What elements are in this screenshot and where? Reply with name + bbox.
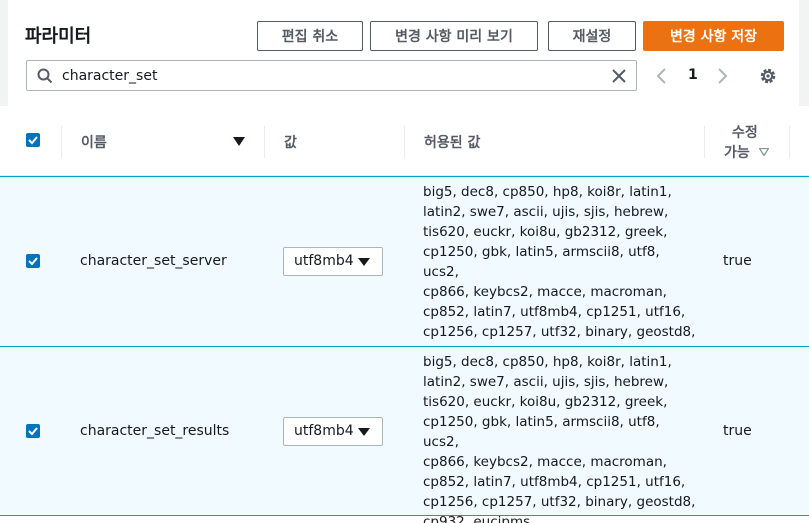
allowed-values-line: cp866, keybcs2, macce, macroman, — [423, 284, 667, 300]
gear-icon[interactable] — [758, 66, 778, 86]
table-row[interactable]: character_set_results utf8mb4 big5, dec8… — [0, 346, 809, 523]
checkmark-icon — [28, 427, 38, 436]
column-header-value[interactable]: 값 — [284, 132, 297, 152]
allowed-values-line: latin2, swe7, ascii, ujis, sjis, hebrew, — [423, 374, 669, 390]
checkmark-icon — [28, 136, 38, 145]
row-checkbox[interactable] — [26, 424, 40, 438]
parameters-table: 이름 값 허용된 값 수정 가능 character_set_server ut… — [0, 106, 809, 523]
allowed-values-line: cp866, keybcs2, macce, macroman, — [423, 454, 667, 470]
search-value: character_set — [62, 68, 158, 84]
chevron-left-icon[interactable] — [654, 66, 670, 86]
allowed-values-line: tis620, euckr, koi8u, gb2312, greek, — [423, 394, 668, 410]
column-divider — [704, 126, 705, 158]
parameter-name: character_set_results — [80, 423, 230, 439]
allowed-values-line: cp1250, gbk, latin5, armscii8, utf8, ucs… — [423, 244, 660, 280]
search-input[interactable]: character_set — [26, 60, 637, 91]
value-select[interactable]: utf8mb4 — [283, 247, 383, 276]
sort-caret-icon[interactable] — [759, 148, 769, 156]
cancel-edit-button[interactable]: 편집 취소 — [257, 21, 363, 51]
reset-button[interactable]: 재설정 — [548, 21, 636, 51]
allowed-values-line: cp932, eucjpms — [423, 514, 531, 523]
allowed-values-line: big5, dec8, cp850, hp8, koi8r, latin1, — [423, 354, 672, 370]
table-header: 이름 값 허용된 값 수정 가능 — [0, 106, 809, 176]
page-title: 파라미터 — [25, 26, 92, 47]
allowed-values-line: cp852, latin7, utf8mb4, cp1251, utf16, — [423, 304, 686, 320]
table-row[interactable]: character_set_server utf8mb4 big5, dec8,… — [0, 176, 809, 360]
value-select-value: utf8mb4 — [294, 253, 354, 269]
allowed-values-line: cp1250, gbk, latin5, armscii8, utf8, ucs… — [423, 414, 660, 450]
allowed-values-line: cp1256, cp1257, utf32, binary, geostd8, — [423, 494, 696, 510]
column-header-modifiable-line1[interactable]: 수정 — [732, 122, 758, 142]
column-header-modifiable-line2[interactable]: 가능 — [724, 142, 750, 162]
save-changes-button[interactable]: 변경 사항 저장 — [643, 21, 784, 51]
column-divider — [404, 126, 405, 158]
checkmark-icon — [28, 257, 38, 266]
preview-changes-button[interactable]: 변경 사항 미리 보기 — [370, 21, 538, 51]
parameters-header-panel: 파라미터 편집 취소 변경 사항 미리 보기 재설정 변경 사항 저장 char… — [8, 0, 799, 106]
allowed-values: big5, dec8, cp850, hp8, koi8r, latin1, l… — [423, 352, 698, 523]
column-divider — [264, 126, 265, 158]
allowed-values-line: cp852, latin7, utf8mb4, cp1251, utf16, — [423, 474, 686, 490]
chevron-right-icon[interactable] — [714, 66, 730, 86]
parameter-name: character_set_server — [80, 253, 227, 269]
select-all-checkbox[interactable] — [26, 133, 40, 147]
allowed-values: big5, dec8, cp850, hp8, koi8r, latin1, l… — [423, 182, 698, 362]
allowed-values-line: big5, dec8, cp850, hp8, koi8r, latin1, — [423, 184, 672, 200]
column-header-name[interactable]: 이름 — [81, 132, 107, 152]
dropdown-caret-icon — [358, 258, 370, 266]
allowed-values-line: cp1256, cp1257, utf32, binary, geostd8, — [423, 324, 696, 340]
search-icon — [37, 68, 53, 84]
dropdown-caret-icon — [358, 428, 370, 436]
column-divider — [789, 126, 790, 158]
allowed-values-line: latin2, swe7, ascii, ujis, sjis, hebrew, — [423, 204, 669, 220]
column-divider — [61, 126, 62, 158]
modifiable-value: true — [723, 253, 752, 269]
modifiable-value: true — [723, 423, 752, 439]
page-number[interactable]: 1 — [688, 67, 698, 83]
column-header-allowed-values[interactable]: 허용된 값 — [424, 132, 480, 152]
clear-icon[interactable] — [610, 67, 628, 85]
row-checkbox[interactable] — [26, 254, 40, 268]
allowed-values-line: tis620, euckr, koi8u, gb2312, greek, — [423, 224, 668, 240]
value-select[interactable]: utf8mb4 — [283, 417, 383, 446]
sort-caret-icon[interactable] — [233, 137, 245, 146]
value-select-value: utf8mb4 — [294, 423, 354, 439]
